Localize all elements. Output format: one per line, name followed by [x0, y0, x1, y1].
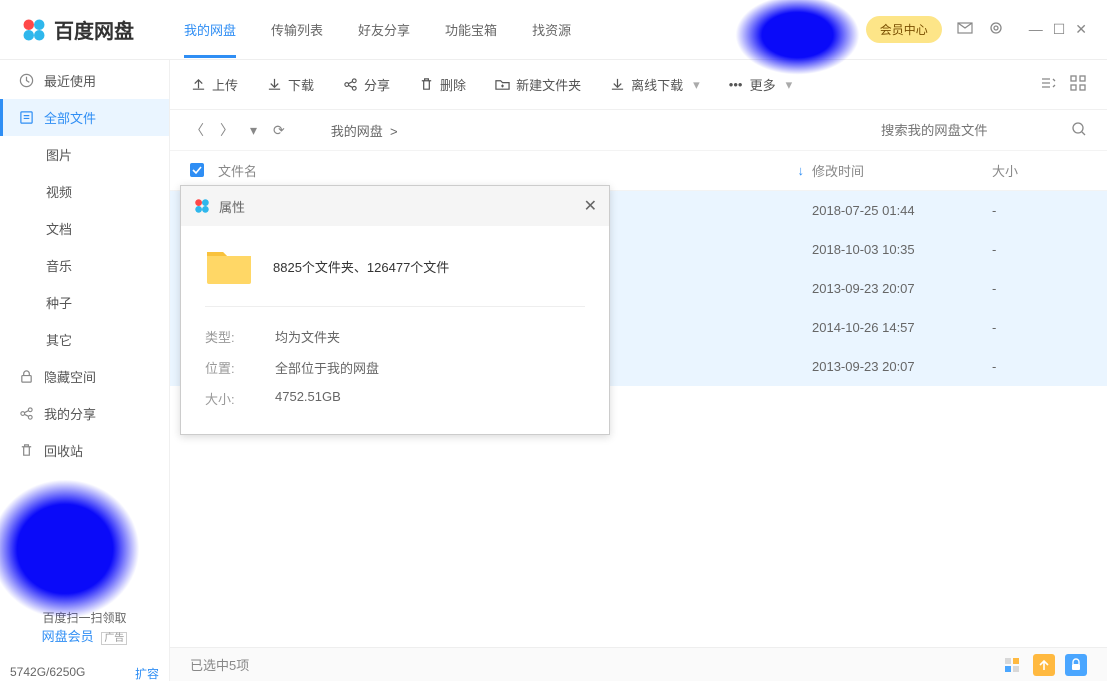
gear-icon[interactable]	[988, 20, 1004, 39]
status-bar: 已选中5项	[170, 647, 1107, 681]
dialog-summary: 8825个文件夹、126477个文件	[273, 257, 449, 276]
sidebar-item-recycle[interactable]: 回收站	[0, 432, 169, 469]
prop-type-value: 均为文件夹	[275, 327, 340, 346]
breadcrumb[interactable]: 我的网盘 >	[331, 121, 398, 140]
share-icon	[342, 77, 358, 93]
nav-forward-button[interactable]: 〉	[220, 120, 234, 140]
lock-icon[interactable]	[1065, 654, 1087, 676]
qr-promo: 百度扫一扫领取 网盘会员 广告	[0, 469, 169, 655]
prop-size-value: 4752.51GB	[275, 389, 341, 408]
more-button[interactable]: •••更多▾	[728, 75, 793, 94]
nav-back-button[interactable]: 〈	[190, 120, 204, 140]
mail-icon[interactable]	[957, 20, 973, 39]
grid-view-icon[interactable]	[1069, 74, 1087, 95]
folder-icon	[205, 246, 253, 286]
vip-center-button[interactable]: 会员中心	[866, 16, 942, 43]
sidebar-item-hidden[interactable]: 隐藏空间	[0, 358, 169, 395]
baidu-pan-logo-icon	[20, 16, 48, 44]
sidebar-label: 全部文件	[44, 108, 96, 127]
sidebar-sub-music[interactable]: 音乐	[0, 247, 169, 284]
app-header: 百度网盘 我的网盘 传输列表 好友分享 功能宝箱 找资源 会员中心 — ☐ ✕	[0, 0, 1107, 60]
download-button[interactable]: 下载	[266, 75, 314, 94]
tab-find-resource[interactable]: 找资源	[532, 2, 571, 57]
qr-code-redacted	[0, 479, 140, 619]
download-icon	[266, 77, 282, 93]
delete-button[interactable]: 删除	[418, 75, 466, 94]
sidebar-sub-docs[interactable]: 文档	[0, 210, 169, 247]
share-icon	[18, 406, 34, 422]
toolbar: 上传 下载 分享 删除 新建文件夹 离线下载▾ •••更多▾	[170, 60, 1107, 110]
tab-my-disk[interactable]: 我的网盘	[184, 2, 236, 57]
new-folder-button[interactable]: 新建文件夹	[494, 75, 581, 94]
files-icon	[18, 110, 34, 126]
sidebar-sub-torrent[interactable]: 种子	[0, 284, 169, 321]
upload-icon	[190, 77, 206, 93]
more-icon: •••	[728, 77, 744, 93]
column-size[interactable]: 大小	[992, 161, 1087, 180]
baidu-pan-logo-icon	[193, 197, 211, 215]
sidebar-sub-videos[interactable]: 视频	[0, 173, 169, 210]
folder-plus-icon	[494, 77, 510, 93]
sidebar-item-recent[interactable]: 最近使用	[0, 62, 169, 99]
selection-status: 已选中5项	[190, 655, 249, 674]
path-row: 〈 〉 ▾ ⟳ 我的网盘 >	[170, 110, 1107, 151]
tab-tools[interactable]: 功能宝箱	[445, 2, 497, 57]
logo-area: 百度网盘	[20, 15, 134, 44]
share-button[interactable]: 分享	[342, 75, 390, 94]
tab-friend-share[interactable]: 好友分享	[358, 2, 410, 57]
app-title: 百度网盘	[54, 15, 134, 44]
offline-download-button[interactable]: 离线下载▾	[609, 75, 700, 94]
storage-text: 5742G/6250G	[10, 665, 85, 682]
qr-text-2[interactable]: 网盘会员	[42, 626, 94, 645]
clock-icon	[18, 73, 34, 89]
refresh-button[interactable]: ⟳	[273, 122, 285, 139]
lock-icon	[18, 369, 34, 385]
chevron-down-icon: ▾	[693, 77, 700, 93]
properties-dialog: 属性 ✕ 8825个文件夹、126477个文件 类型:均为文件夹 位置:全部位于…	[180, 185, 610, 435]
chevron-down-icon[interactable]: ▾	[250, 122, 257, 139]
sort-view-icon[interactable]	[1039, 74, 1057, 95]
expand-storage-link[interactable]: 扩容	[135, 665, 159, 682]
sidebar-sub-other[interactable]: 其它	[0, 321, 169, 358]
sidebar: 最近使用 全部文件 图片 视频 文档 音乐 种子 其它 隐藏空间 我的分享 回收	[0, 60, 170, 681]
apps-icon[interactable]	[1001, 654, 1023, 676]
chevron-down-icon: ▾	[786, 77, 793, 93]
ad-tag: 广告	[101, 632, 127, 645]
trash-icon	[418, 77, 434, 93]
sidebar-label: 回收站	[44, 441, 83, 460]
sidebar-sub-images[interactable]: 图片	[0, 136, 169, 173]
upload-button[interactable]: 上传	[190, 75, 238, 94]
cloud-download-icon	[609, 77, 625, 93]
sort-down-icon[interactable]: ↓	[798, 163, 805, 178]
sidebar-label: 我的分享	[44, 404, 96, 423]
sidebar-label: 隐藏空间	[44, 367, 96, 386]
select-all-checkbox[interactable]	[190, 163, 204, 177]
transfer-icon[interactable]	[1033, 654, 1055, 676]
search-input[interactable]	[881, 123, 1031, 138]
prop-location-value: 全部位于我的网盘	[275, 358, 379, 377]
tab-transfer[interactable]: 传输列表	[271, 2, 323, 57]
prop-type-label: 类型:	[205, 327, 275, 346]
prop-location-label: 位置:	[205, 358, 275, 377]
trash-icon	[18, 443, 34, 459]
sidebar-label: 最近使用	[44, 71, 96, 90]
search-icon[interactable]	[1071, 121, 1087, 140]
prop-size-label: 大小:	[205, 389, 275, 408]
maximize-button[interactable]: ☐	[1053, 21, 1066, 38]
column-name[interactable]: 文件名	[218, 161, 798, 180]
column-time[interactable]: 修改时间	[812, 161, 992, 180]
dialog-title: 属性	[219, 197, 245, 216]
sidebar-item-my-share[interactable]: 我的分享	[0, 395, 169, 432]
close-button[interactable]: ✕	[1075, 21, 1087, 38]
sidebar-item-all-files[interactable]: 全部文件	[0, 99, 169, 136]
dialog-close-button[interactable]: ✕	[584, 196, 597, 216]
minimize-button[interactable]: —	[1029, 21, 1043, 38]
